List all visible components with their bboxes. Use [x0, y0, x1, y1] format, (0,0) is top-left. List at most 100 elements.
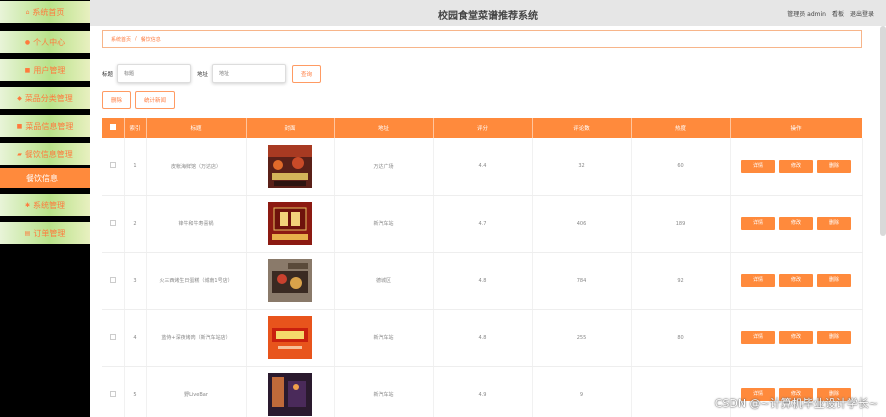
row-checkbox[interactable] [109, 390, 116, 397]
detail-button[interactable]: 详情 [741, 159, 775, 173]
address-search-input[interactable] [212, 64, 287, 83]
table-row: 2 锋牛和牛寿喜锅 新汽车站 4.7 406 189 详情 修改 删除 [102, 195, 863, 253]
row-actions: 详情 修改 删除 [730, 195, 863, 253]
row-checkbox[interactable] [109, 162, 116, 169]
sidebar-item-label: 菜品信息管理 [25, 121, 74, 131]
logout-link[interactable]: 退出登录 [850, 9, 874, 18]
sidebar-item-label: 菜品分类管理 [24, 93, 73, 103]
page-scrollbar[interactable] [880, 26, 886, 236]
cover-image [268, 202, 312, 245]
column-header: 操作 [730, 118, 863, 138]
select-all-checkbox[interactable] [109, 124, 116, 130]
select-all-header[interactable] [102, 118, 125, 138]
row-select-cell[interactable] [102, 195, 125, 253]
title-cell: 火三西烤生日蛋糕（城南1号店） [146, 252, 247, 310]
edit-button[interactable]: 修改 [779, 274, 813, 287]
rating-cell: 4.8 [433, 252, 533, 310]
cover-image [268, 316, 312, 359]
breadcrumb: 系统首页 / 餐饮信息 [102, 30, 862, 48]
sidebar-item-home[interactable]: ⌂ 系统首页 [0, 1, 90, 23]
table-row: 3 火三西烤生日蛋糕（城南1号店） 德城区 4.8 784 92 详情 修改 删除 [102, 252, 863, 310]
title-cell: 野LiveBar [146, 366, 247, 417]
top-bar: 校园食堂菜谱推荐系统 管理员 admin 看板 退出登录 [90, 0, 886, 26]
row-checkbox[interactable] [109, 333, 116, 340]
list-icon: ■ [16, 122, 23, 130]
table-row: 1 皮帐海鲜馆（万达店） 万达广场 4.4 32 60 详情 修改 删除 [102, 138, 863, 196]
cover-image [268, 144, 312, 188]
detail-button[interactable]: 详情 [741, 217, 775, 230]
users-icon: ■ [24, 66, 31, 74]
index-cell: 4 [124, 309, 147, 367]
cover-cell [246, 252, 335, 310]
tag-icon: ◆ [17, 94, 22, 102]
index-cell: 3 [124, 252, 147, 310]
column-header: 评论数 [532, 118, 632, 138]
stats-button[interactable]: 统计新闻 [135, 91, 176, 109]
heat-cell: 60 [631, 138, 731, 196]
cover-cell [246, 195, 335, 253]
comments-cell: 255 [532, 309, 632, 367]
sidebar-subitem-dining[interactable]: 餐饮信息 [0, 168, 90, 188]
sidebar-item-dish-category[interactable]: ◆ 菜品分类管理 [0, 87, 90, 109]
row-checkbox[interactable] [109, 219, 116, 226]
query-button[interactable]: 查询 [292, 64, 322, 83]
edit-button[interactable]: 修改 [779, 217, 813, 230]
heat-cell: 92 [631, 252, 731, 310]
sidebar-item-system[interactable]: ✱ 系统管理 [0, 194, 90, 216]
user-icon: ● [24, 38, 31, 46]
comments-cell: 784 [532, 252, 632, 310]
sidebar-item-profile[interactable]: ● 个人中心 [0, 31, 90, 53]
sidebar-item-orders[interactable]: ▤ 订单管理 [0, 222, 90, 244]
column-header: 标题 [146, 118, 247, 138]
edit-button[interactable]: 修改 [779, 331, 813, 344]
cover-cell [246, 366, 335, 417]
watermark: CSDN @~计算机毕业设计学长~ [714, 397, 878, 410]
column-header: 索引 [124, 118, 147, 138]
sidebar-item-dish-info[interactable]: ■ 菜品信息管理 [0, 115, 90, 137]
column-header: 封面 [246, 118, 335, 138]
detail-button[interactable]: 详情 [741, 274, 775, 287]
dining-table: 索引 标题 封面 地址 评分 评论数 热度 操作 1 皮帐海鲜馆（万达店） 万达… [102, 118, 863, 417]
heat-cell: 80 [631, 309, 731, 367]
comments-cell: 406 [532, 195, 632, 253]
row-select-cell[interactable] [102, 252, 125, 310]
breadcrumb-home[interactable]: 系统首页 [111, 36, 131, 43]
sidebar-item-label: 系统管理 [33, 200, 66, 210]
rating-cell: 4.8 [433, 309, 533, 367]
delete-button[interactable]: 删除 [817, 217, 851, 230]
order-icon: ▤ [24, 229, 31, 237]
edit-button[interactable]: 修改 [779, 159, 813, 173]
breadcrumb-separator: / [135, 36, 137, 42]
row-select-cell[interactable] [102, 366, 125, 417]
row-checkbox[interactable] [109, 276, 116, 283]
row-actions: 详情 修改 删除 [730, 309, 863, 367]
column-header: 地址 [334, 118, 434, 138]
address-cell: 新汽车站 [334, 366, 434, 417]
sidebar-item-label: 个人中心 [33, 37, 66, 47]
detail-button[interactable]: 详情 [741, 331, 775, 344]
folder-icon: ▰ [17, 150, 22, 158]
index-cell: 1 [124, 138, 147, 196]
comments-cell: 32 [532, 138, 632, 196]
sidebar-item-dining-info[interactable]: ▰ 餐饮信息管理 [0, 143, 90, 165]
sidebar-item-label: 餐饮信息管理 [24, 149, 73, 159]
cover-image [268, 373, 312, 416]
delete-button[interactable]: 删除 [817, 274, 851, 287]
row-select-cell[interactable] [102, 309, 125, 367]
search-bar: 标题 地址 查询 [102, 64, 322, 83]
rating-cell: 4.7 [433, 195, 533, 253]
delete-button[interactable]: 删除 [817, 331, 851, 344]
bulk-delete-button[interactable]: 删除 [102, 91, 132, 109]
sidebar-subitem-label: 餐饮信息 [26, 173, 58, 183]
address-cell: 新汽车站 [334, 309, 434, 367]
title-search-input[interactable] [117, 64, 192, 83]
sidebar-item-users[interactable]: ■ 用户管理 [0, 59, 90, 81]
title-cell: 皮帐海鲜馆（万达店） [146, 138, 247, 196]
view-link[interactable]: 看板 [832, 9, 844, 18]
row-select-cell[interactable] [102, 138, 125, 196]
sidebar-item-label: 订单管理 [33, 228, 66, 238]
table-header-row: 索引 标题 封面 地址 评分 评论数 热度 操作 [102, 118, 863, 138]
delete-button[interactable]: 删除 [817, 159, 851, 173]
breadcrumb-current: 餐饮信息 [140, 36, 161, 43]
cover-cell [246, 138, 335, 196]
